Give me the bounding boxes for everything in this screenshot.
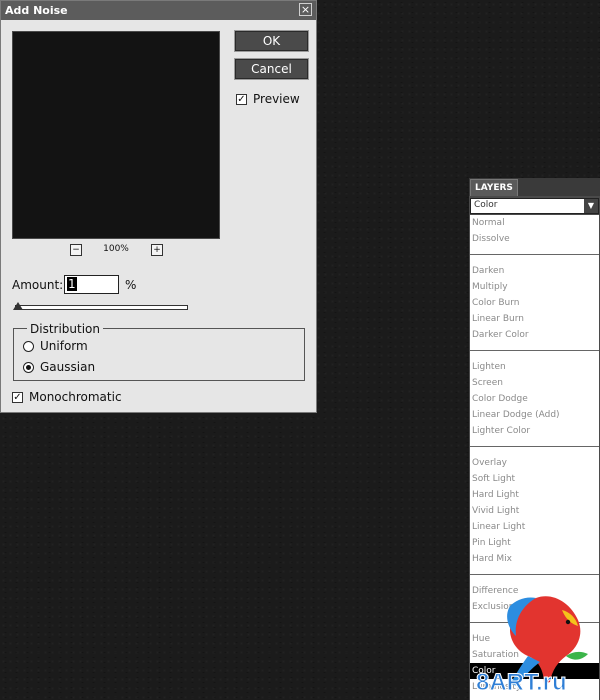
- cancel-button[interactable]: Cancel: [234, 58, 309, 80]
- blend-mode-option[interactable]: Hard Light: [470, 487, 599, 503]
- amount-slider-thumb[interactable]: [13, 302, 23, 310]
- plus-icon: +: [153, 245, 161, 255]
- amount-slider-track[interactable]: [15, 305, 188, 310]
- blend-mode-option[interactable]: Pin Light: [470, 535, 599, 551]
- monochromatic-checkbox[interactable]: ✓: [12, 392, 23, 403]
- blend-mode-option[interactable]: Color Burn: [470, 295, 599, 311]
- blend-mode-option[interactable]: Overlay: [470, 455, 599, 471]
- blend-mode-option[interactable]: Multiply: [470, 279, 599, 295]
- uniform-label: Uniform: [40, 339, 88, 353]
- blend-mode-option[interactable]: Lighter Color: [470, 423, 599, 439]
- close-icon: ×: [300, 3, 311, 16]
- blend-mode-select[interactable]: Color ▼: [470, 198, 599, 214]
- noise-preview-area[interactable]: [12, 31, 220, 239]
- blend-group-divider: [470, 254, 599, 255]
- blend-mode-option[interactable]: Vivid Light: [470, 503, 599, 519]
- amount-value: 1: [67, 277, 77, 291]
- close-button[interactable]: ×: [299, 3, 312, 16]
- blend-mode-option[interactable]: Linear Burn: [470, 311, 599, 327]
- blend-mode-option[interactable]: Darker Color: [470, 327, 599, 343]
- add-noise-dialog: Add Noise × − 100% + OK Cancel ✓ Preview…: [0, 0, 317, 413]
- blend-mode-option[interactable]: Normal: [470, 215, 599, 231]
- zoom-level: 100%: [103, 244, 129, 254]
- blend-group-divider: [470, 574, 599, 575]
- blend-mode-option[interactable]: Lighten: [470, 359, 599, 375]
- watermark-logo: 8ART.ru: [476, 596, 588, 697]
- blend-mode-option[interactable]: Soft Light: [470, 471, 599, 487]
- blend-group-divider: [470, 350, 599, 351]
- blend-mode-value: Color: [474, 200, 498, 210]
- gaussian-radio[interactable]: [23, 362, 34, 373]
- minus-icon: −: [72, 245, 80, 255]
- ok-button[interactable]: OK: [234, 30, 309, 52]
- gaussian-label: Gaussian: [40, 360, 96, 374]
- preview-checkbox[interactable]: ✓: [236, 94, 247, 105]
- dropdown-arrow-icon[interactable]: ▼: [584, 199, 598, 213]
- dialog-title-bar[interactable]: Add Noise ×: [1, 1, 316, 20]
- zoom-in-button[interactable]: +: [151, 244, 163, 256]
- blend-mode-option[interactable]: Color Dodge: [470, 391, 599, 407]
- blend-mode-option[interactable]: Darken: [470, 263, 599, 279]
- dialog-title: Add Noise: [5, 4, 68, 17]
- watermark-text: 8ART.ru: [476, 669, 567, 696]
- amount-label: Amount:: [12, 278, 64, 292]
- checkmark-icon: ✓: [13, 392, 22, 403]
- distribution-label: Distribution: [27, 322, 104, 336]
- preview-label: Preview: [253, 92, 300, 106]
- amount-input[interactable]: 1: [64, 275, 119, 294]
- blend-mode-option[interactable]: Linear Dodge (Add): [470, 407, 599, 423]
- blend-mode-option[interactable]: Dissolve: [470, 231, 599, 247]
- blend-mode-option[interactable]: Hard Mix: [470, 551, 599, 567]
- zoom-out-button[interactable]: −: [70, 244, 82, 256]
- uniform-radio[interactable]: [23, 341, 34, 352]
- blend-mode-option[interactable]: Linear Light: [470, 519, 599, 535]
- blend-mode-option[interactable]: Screen: [470, 375, 599, 391]
- checkmark-icon: ✓: [237, 94, 246, 105]
- tab-layers[interactable]: LAYERS: [470, 179, 518, 196]
- amount-unit: %: [125, 278, 137, 292]
- blend-group-divider: [470, 446, 599, 447]
- monochromatic-label: Monochromatic: [29, 390, 122, 404]
- panel-tab-bar: LAYERS: [469, 178, 600, 196]
